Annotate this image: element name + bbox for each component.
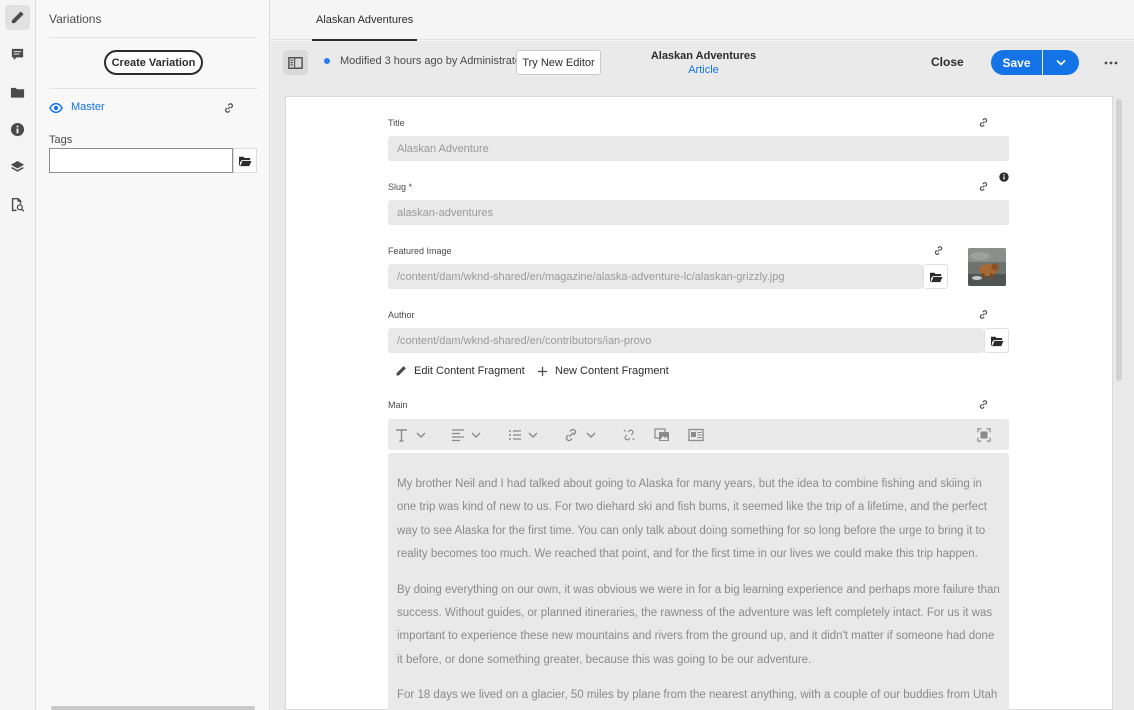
folder-open-icon (929, 272, 942, 282)
slug-input[interactable]: alaskan-adventures (388, 200, 1009, 225)
insert-asset-button[interactable] (654, 427, 670, 442)
main-label: Main (388, 400, 408, 410)
pencil-icon[interactable] (5, 5, 30, 30)
eye-icon (49, 102, 63, 114)
divider (49, 88, 257, 89)
rich-text-toolbar (388, 419, 1009, 450)
status-dot (324, 58, 330, 64)
tags-label: Tags (49, 134, 73, 146)
save-button[interactable]: Save (991, 50, 1042, 75)
search-document-icon[interactable] (5, 192, 30, 217)
link-icon[interactable] (978, 181, 989, 192)
paragraph: For 18 days we lived on a glacier, 50 mi… (397, 689, 998, 702)
list-icon (509, 429, 538, 440)
variations-panel: Variations Create Variation Master Tags (37, 0, 270, 710)
save-options-button[interactable] (1043, 50, 1079, 75)
try-new-editor-button[interactable]: Try New Editor (516, 50, 601, 75)
featured-image-browse-button[interactable] (923, 264, 948, 289)
modified-status: Modified 3 hours ago by Administrator (340, 55, 525, 67)
info-icon[interactable] (999, 172, 1009, 182)
list-dropdown[interactable] (508, 427, 540, 442)
link-icon[interactable] (978, 399, 989, 410)
add-icon (537, 366, 548, 376)
variation-master[interactable]: Master (49, 100, 257, 116)
link-icon[interactable] (978, 117, 989, 128)
link-icon[interactable] (933, 245, 944, 256)
panel-scrollbar[interactable] (51, 706, 255, 710)
tags-input[interactable] (49, 148, 233, 173)
main-text-editor[interactable]: My brother Neil and I had talked about g… (388, 453, 1009, 710)
layers-icon[interactable] (5, 155, 30, 180)
create-variation-button[interactable]: Create Variation (104, 50, 203, 75)
divider (49, 37, 257, 38)
more-options-button[interactable] (1101, 53, 1121, 73)
chevron-down-icon (1056, 59, 1066, 66)
featured-image-label: Featured Image (388, 246, 452, 256)
align-left-icon (452, 428, 481, 441)
tags-browse-button[interactable] (233, 148, 257, 173)
title-label: Title (388, 118, 405, 128)
link-icon (565, 428, 596, 441)
toggle-side-panel-button[interactable] (283, 50, 308, 75)
unlink-button[interactable] (622, 427, 636, 442)
tab-alaskan-adventures[interactable]: Alaskan Adventures (312, 0, 418, 41)
master-label: Master (71, 101, 105, 113)
pencil-icon (396, 366, 406, 376)
folder-open-icon (990, 336, 1003, 346)
title-input[interactable]: Alaskan Adventure (388, 136, 1009, 161)
insert-fragment-button[interactable] (688, 427, 704, 442)
text-format-dropdown[interactable] (395, 427, 429, 442)
fragment-icon (688, 428, 704, 441)
link-dropdown[interactable] (564, 427, 598, 442)
edit-content-fragment-button[interactable]: Edit Content Fragment (395, 365, 525, 377)
paragraph: My brother Neil and I had talked about g… (397, 478, 987, 560)
author-browse-button[interactable] (984, 328, 1009, 353)
unlink-icon (623, 428, 635, 441)
action-bar: Modified 3 hours ago by Administrator Tr… (271, 41, 1134, 84)
new-content-fragment-label: New Content Fragment (555, 365, 669, 377)
text-format-icon (396, 428, 426, 442)
fullscreen-button[interactable] (977, 427, 991, 442)
comment-icon[interactable] (5, 42, 30, 67)
author-input[interactable]: /content/dam/wknd-shared/en/contributors… (388, 328, 984, 353)
side-panel-icon (288, 56, 303, 69)
author-label: Author (388, 310, 415, 320)
align-dropdown[interactable] (451, 427, 483, 442)
link-icon[interactable] (223, 102, 235, 114)
model-link[interactable]: Article (611, 64, 796, 76)
editor-scrollbar[interactable] (1116, 99, 1122, 381)
tab-bar: Alaskan Adventures (271, 0, 1134, 41)
fullscreen-icon (977, 427, 991, 442)
new-content-fragment-button[interactable]: New Content Fragment (537, 365, 669, 377)
folder-icon[interactable] (5, 80, 30, 105)
image-icon (654, 427, 669, 441)
slug-label: Slug * (388, 182, 413, 192)
featured-image-input[interactable]: /content/dam/wknd-shared/en/magazine/ala… (388, 264, 923, 289)
variations-title: Variations (49, 12, 102, 26)
left-rail (0, 0, 36, 710)
close-button[interactable]: Close (931, 55, 964, 69)
edit-content-fragment-label: Edit Content Fragment (414, 365, 525, 377)
link-icon[interactable] (978, 309, 989, 320)
folder-open-icon (239, 156, 252, 166)
more-icon (1104, 61, 1118, 65)
featured-image-thumbnail (968, 248, 1006, 286)
paragraph: By doing everything on our own, it was o… (397, 583, 1000, 666)
document-title: Alaskan Adventures (650, 50, 757, 62)
info-icon[interactable] (5, 117, 30, 142)
